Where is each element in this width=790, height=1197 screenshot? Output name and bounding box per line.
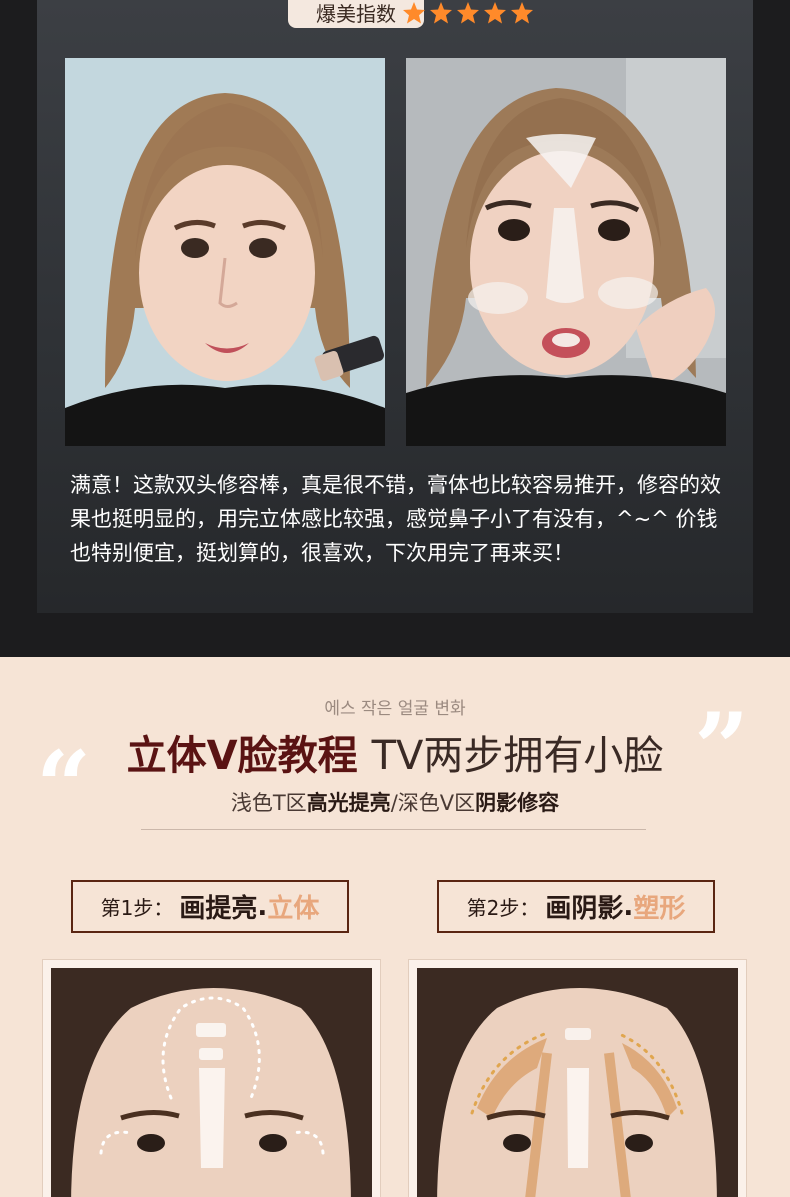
star-icon	[403, 2, 425, 24]
star-icon	[430, 2, 452, 24]
divider	[141, 829, 646, 830]
step-2-photo	[417, 968, 738, 1197]
step-accent: 立体	[267, 894, 320, 924]
step-dot: .	[257, 891, 268, 922]
step-1-photo	[51, 968, 372, 1197]
step-1-photo-frame	[42, 959, 381, 1197]
sub-part-bold: 高光提亮	[306, 791, 391, 815]
star-icon	[484, 2, 506, 24]
star-icon	[511, 2, 533, 24]
step-2-label: 第2步： 画阴影 . 塑形	[437, 880, 715, 933]
step-verb: 画阴影	[545, 894, 624, 924]
tutorial-subtitle: 浅色T区高光提亮/深色V区阴影修容	[0, 787, 790, 817]
step-1-label: 第1步： 画提亮 . 立体	[71, 880, 349, 933]
headline-light: TV两步拥有小脸	[371, 733, 664, 779]
step-number: 第2步：	[466, 896, 540, 920]
step-accent: 塑形	[633, 894, 686, 924]
tutorial-headline: 立体V脸教程 TV两步拥有小脸	[0, 729, 790, 783]
sub-part-bold: 阴影修容	[475, 791, 560, 815]
rating-stars	[402, 1, 534, 25]
step-dot: .	[623, 891, 634, 922]
review-section: 爆美指数 满意！这款双头修容棒，真是很不错，膏体也比较容易推开，修容的效果也挺明…	[0, 0, 790, 657]
after-photo	[406, 58, 726, 446]
before-photo	[65, 58, 385, 446]
review-text: 满意！这款双头修容棒，真是很不错，膏体也比较容易推开，修容的效果也挺明显的，用完…	[70, 473, 721, 565]
sub-part: /深色V区	[390, 791, 476, 815]
sub-part: 浅色T区	[230, 791, 307, 815]
korean-caption: 에스 작은 얼굴 변화	[324, 699, 466, 719]
step-verb: 画提亮	[179, 894, 258, 924]
headline-strong: 立体V脸教程	[126, 733, 358, 779]
tutorial-section: 에스 작은 얼굴 변화 “ ” 立体V脸教程 TV两步拥有小脸 浅色T区高光提亮/…	[0, 657, 790, 1197]
step-2-photo-frame	[408, 959, 747, 1197]
step-number: 第1步：	[100, 896, 174, 920]
star-icon	[457, 2, 479, 24]
